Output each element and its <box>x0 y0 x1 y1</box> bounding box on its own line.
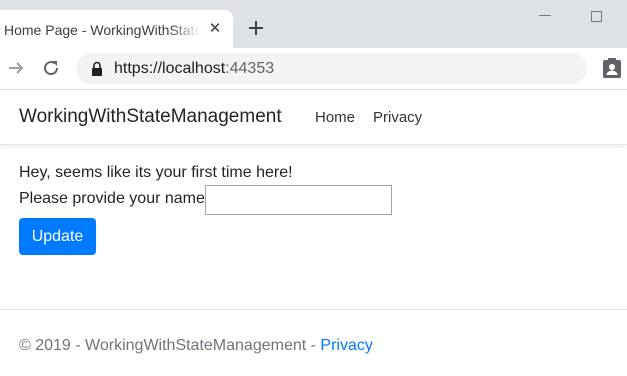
url-text: https://localhost:44353 <box>114 60 274 78</box>
reload-icon[interactable] <box>41 58 61 78</box>
site-footer: © 2019 - WorkingWithStateManagement - Pr… <box>0 309 627 376</box>
forward-arrow-icon[interactable] <box>6 58 26 78</box>
greeting-text: Hey, seems like its your first time here… <box>19 164 293 181</box>
name-form-row: Please provide your name: <box>19 185 419 217</box>
nav-link-home[interactable]: Home <box>315 109 355 126</box>
nav-link-privacy[interactable]: Privacy <box>373 109 422 126</box>
address-bar[interactable]: https://localhost:44353 <box>76 53 587 84</box>
url-port: :44353 <box>225 60 275 77</box>
close-icon[interactable]: ✕ <box>207 21 223 37</box>
profile-icon[interactable] <box>602 57 622 79</box>
minimize-icon[interactable] <box>539 15 551 16</box>
browser-tab[interactable]: Home Page - WorkingWithStateManagement ✕ <box>0 10 233 48</box>
tab-strip: Home Page - WorkingWithStateManagement ✕ <box>0 0 627 48</box>
name-input[interactable] <box>205 185 392 215</box>
maximize-icon[interactable] <box>591 11 602 22</box>
lock-icon[interactable] <box>90 61 104 76</box>
tab-title: Home Page - WorkingWithStateManagement <box>4 22 200 38</box>
site-navbar: WorkingWithStateManagement Home Privacy <box>0 91 627 145</box>
name-label: Please provide your name: <box>19 190 210 207</box>
copyright-text: © 2019 - WorkingWithStateManagement - <box>19 337 321 354</box>
main-content: Hey, seems like its your first time here… <box>19 163 609 255</box>
plus-icon[interactable] <box>245 17 267 39</box>
update-button[interactable]: Update <box>19 218 96 255</box>
footer-text: © 2019 - WorkingWithStateManagement - Pr… <box>19 337 373 355</box>
footer-privacy-link[interactable]: Privacy <box>320 337 372 354</box>
browser-toolbar: https://localhost:44353 <box>0 48 627 90</box>
url-host: https://localhost <box>114 60 226 77</box>
brand-link[interactable]: WorkingWithStateManagement <box>19 106 282 128</box>
